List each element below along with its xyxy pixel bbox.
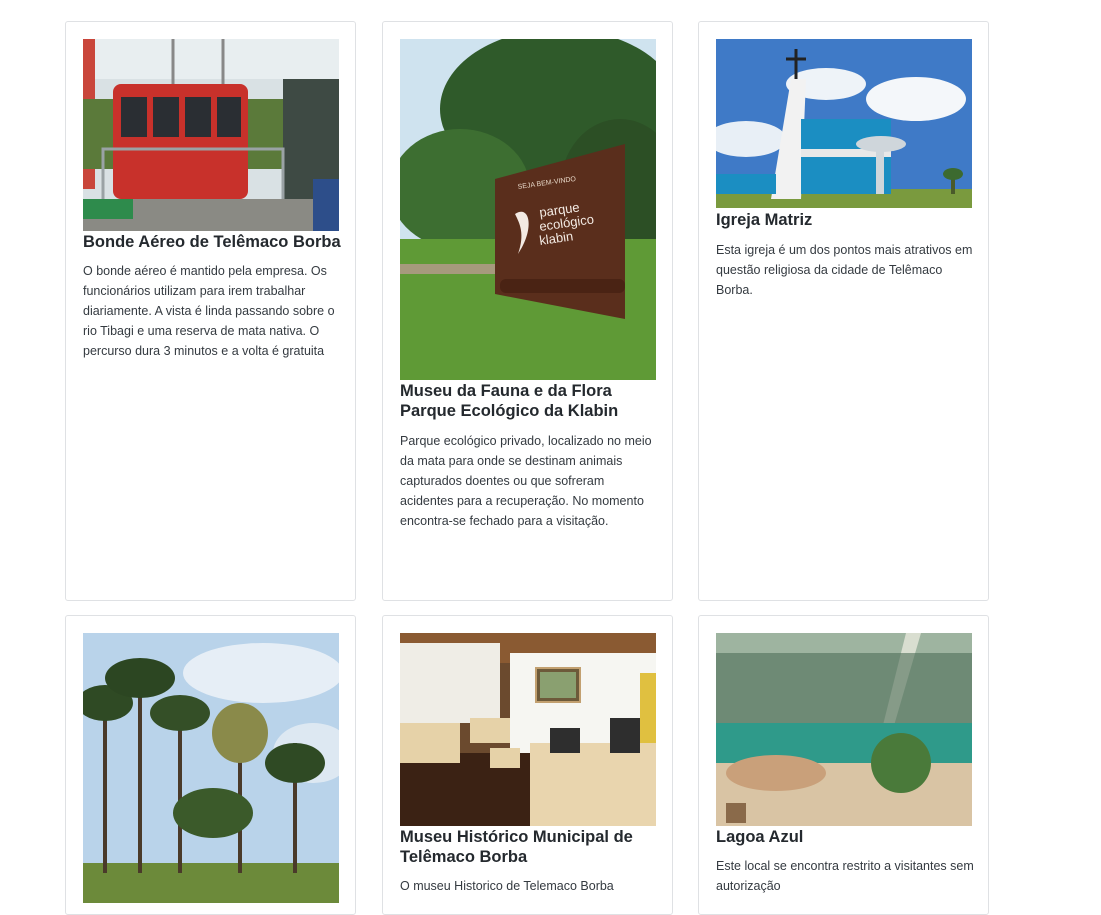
card-igreja-matriz: Igreja Matriz Esta igreja é um dos ponto… <box>698 21 989 601</box>
card-title: Bonde Aéreo de Telêmaco Borba <box>83 233 341 251</box>
card-title: Lagoa Azul <box>716 828 804 846</box>
card-description: O museu Historico de Telemaco Borba <box>400 879 614 893</box>
museum-interior-photo <box>400 633 656 826</box>
card-title: Museu da Fauna e da Flora Parque Ecológi… <box>400 382 619 420</box>
card-lagoa-azul: Lagoa Azul Este local se encontra restri… <box>698 615 989 915</box>
card-museu-historico: Museu Histórico Municipal de Telêmaco Bo… <box>382 615 673 915</box>
blue-lagoon-photo <box>716 633 972 826</box>
cable-car-photo <box>83 39 339 231</box>
card-description: O bonde aéreo é mantido pela empresa. Os… <box>83 264 335 358</box>
card-museu-fauna-flora: SEJA BEM-VINDO parque ecológico klabin M… <box>382 21 673 601</box>
card-description: Esta igreja é um dos pontos mais atrativ… <box>716 243 973 297</box>
card-description: Este local se encontra restrito a visita… <box>716 859 974 893</box>
card-bonde-aereo: Bonde Aéreo de Telêmaco Borba O bonde aé… <box>65 21 356 601</box>
card-araucarias <box>65 615 356 915</box>
araucaria-trees-photo <box>83 633 339 903</box>
card-title: Museu Histórico Municipal de Telêmaco Bo… <box>400 828 633 866</box>
park-sign-photo: SEJA BEM-VINDO parque ecológico klabin <box>400 39 656 380</box>
church-photo <box>716 39 972 208</box>
card-description: Parque ecológico privado, localizado no … <box>400 434 652 528</box>
card-title: Igreja Matriz <box>716 211 813 229</box>
